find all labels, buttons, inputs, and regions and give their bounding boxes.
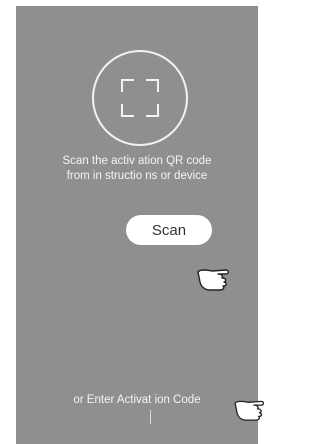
scan-qr-circle-button[interactable] — [92, 50, 188, 146]
scan-instructions-line-2: from in structio ns or device — [66, 170, 208, 182]
scan-instructions-line-1: Scan the activ ation QR code — [62, 155, 212, 167]
enter-activation-code-link[interactable]: or Enter Activat ion Code — [16, 394, 258, 406]
screen-edge — [258, 6, 272, 444]
input-cursor-divider — [150, 410, 151, 424]
scan-button-label: Scan — [151, 221, 187, 239]
scan-button[interactable]: Scan — [126, 215, 212, 245]
pointing-hand-icon — [197, 269, 229, 291]
scan-instructions: Scan the activ ation QR code from in str… — [16, 154, 258, 184]
pointing-hand-icon-2 — [234, 400, 265, 421]
qr-scan-frame-icon — [121, 79, 159, 117]
